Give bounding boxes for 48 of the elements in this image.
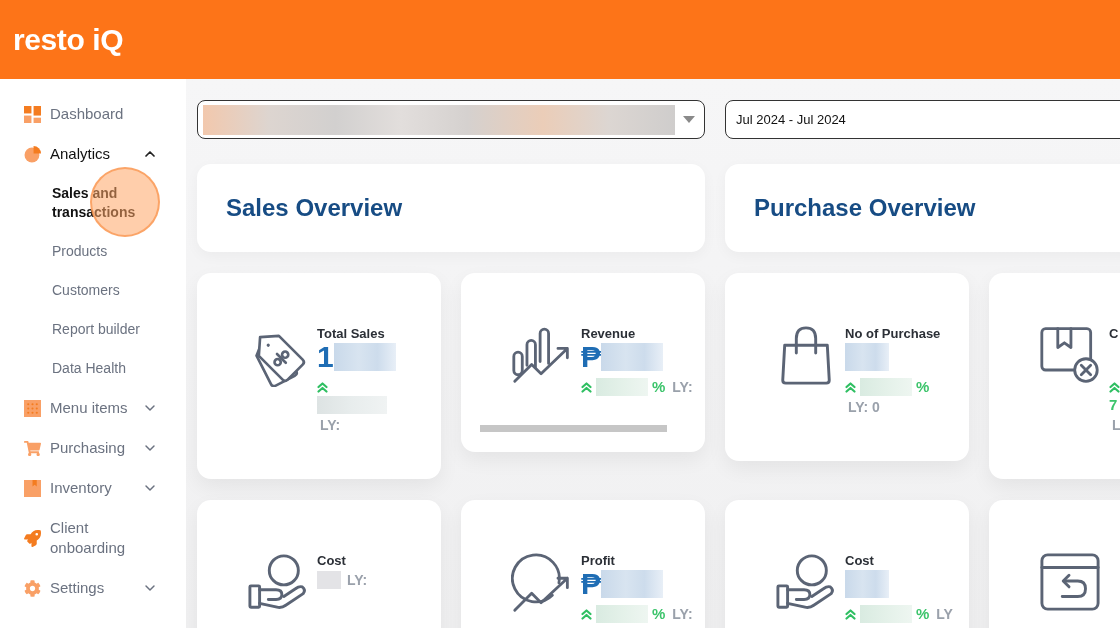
scrollbar[interactable] (480, 425, 667, 432)
sidebar-item[interactable]: Client onboarding (24, 508, 158, 568)
kpi-title: Revenue (581, 326, 637, 342)
sidebar-item[interactable]: Inventory (24, 468, 158, 508)
sidebar-item[interactable]: Dashboard (24, 94, 158, 134)
grid-icon (24, 399, 41, 417)
overview-title: Sales Overview (226, 194, 403, 222)
sidebar-subitem[interactable]: Report builder (52, 310, 140, 349)
kpi-title: Cost (845, 553, 875, 569)
change-percent: % (652, 605, 666, 623)
cart-icon (24, 439, 41, 457)
kpi-value: 1 (317, 342, 334, 372)
pie-chart-icon (24, 145, 41, 163)
change-percent: % (916, 605, 930, 623)
sidebar-subitem[interactable]: Products (52, 232, 108, 271)
settings-icon (24, 579, 41, 597)
sidebar-item[interactable]: Settings (24, 568, 158, 608)
kpi-title: C (1109, 326, 1120, 342)
last-year-label: LY: (671, 605, 693, 623)
change-percent: 7 (1109, 396, 1118, 414)
kpi-value: ₱ (581, 342, 601, 372)
last-year-label: L (1111, 416, 1120, 434)
kpi-value: ₱ (581, 569, 601, 599)
rocket-icon (24, 529, 41, 547)
dashboard-icon (24, 105, 41, 123)
kpi-title: Total Sales (317, 326, 386, 342)
change-percent: % (652, 378, 666, 396)
last-year-label: LY: (346, 571, 368, 589)
last-year-label: LY (935, 605, 953, 623)
sidebar-item[interactable]: Menu items (24, 388, 158, 428)
box-return-icon (1039, 550, 1101, 614)
last-year-label: LY: (319, 416, 341, 434)
sidebar-item[interactable]: Analytics (24, 134, 158, 174)
overview-title: Purchase Overview (754, 194, 976, 222)
date-range-field[interactable]: Jul 2024 - Jul 2024 (725, 100, 1120, 139)
sidebar-item[interactable]: Purchasing (24, 428, 158, 468)
last-year-label: LY: 0 (847, 398, 880, 416)
change-percent: % (916, 378, 930, 396)
store-select[interactable] (197, 100, 705, 139)
sidebar-subitem[interactable]: Customers (52, 271, 120, 310)
sidebar-subitem[interactable]: Data Health (52, 349, 126, 388)
dropdown-caret-icon[interactable] (683, 116, 695, 123)
kpi-title: Cost (317, 553, 347, 569)
kpi-title: No of Purchase (845, 326, 941, 342)
box-icon (24, 479, 41, 497)
logo[interactable]: resto iQ (13, 21, 124, 58)
kpi-title: Profit (581, 553, 616, 569)
last-year-label: LY: (671, 378, 693, 396)
